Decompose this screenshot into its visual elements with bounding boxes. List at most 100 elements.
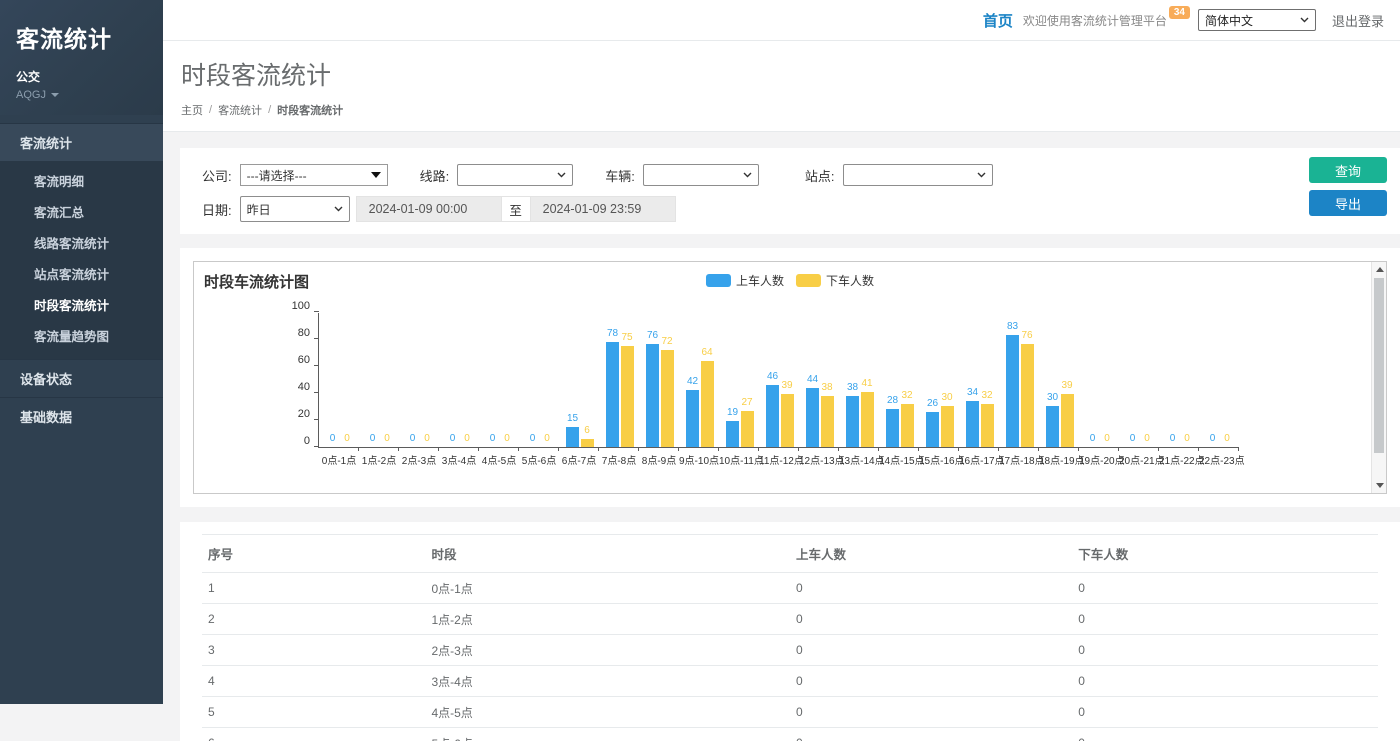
- vehicle-select[interactable]: [643, 164, 759, 186]
- x-axis-label: 13点-14点: [839, 452, 879, 467]
- cell-boarding: 0: [790, 604, 1072, 635]
- x-tick-mark: [998, 447, 999, 451]
- col-header-alighting: 下车人数: [1072, 535, 1378, 573]
- breadcrumb-home[interactable]: 主页: [181, 102, 203, 118]
- date-label: 日期:: [202, 200, 232, 219]
- bar-value-label: 44: [807, 374, 818, 385]
- x-axis-label: 19点-20点: [1079, 452, 1119, 467]
- breadcrumb-separator: /: [268, 104, 271, 116]
- legend-item[interactable]: 下车人数: [796, 272, 874, 289]
- bar-boarding: [926, 412, 939, 447]
- sidebar-item-line-stats[interactable]: 线路客流统计: [0, 227, 163, 258]
- bar-value-label: 76: [1021, 330, 1032, 341]
- bar-boarding: [766, 385, 779, 447]
- bar-value-label: 34: [967, 387, 978, 398]
- cell-alighting: 0: [1072, 728, 1378, 741]
- filter-panel: 公司: ---请选择--- 线路: 车辆:: [180, 148, 1400, 234]
- x-tick-mark: [638, 447, 639, 451]
- chevron-down-icon: [977, 172, 986, 178]
- cell-timeslot: 2点-3点: [425, 635, 790, 666]
- x-tick-mark: [398, 447, 399, 451]
- legend-swatch: [796, 274, 821, 287]
- bar-boarding: [566, 427, 579, 447]
- bar-value-label: 0: [544, 433, 550, 444]
- sidebar-item-passenger-detail[interactable]: 客流明细: [0, 165, 163, 196]
- home-link[interactable]: 首页: [983, 10, 1013, 31]
- x-tick-mark: [918, 447, 919, 451]
- table-row: 32点-3点00: [202, 635, 1378, 666]
- sidebar-group-device-status[interactable]: 设备状态: [0, 359, 163, 397]
- x-axis-label: 17点-18点: [999, 452, 1039, 467]
- bar-boarding: [886, 409, 899, 447]
- sidebar-item-trend-chart[interactable]: 客流量趋势图: [0, 320, 163, 351]
- x-axis-label: 2点-3点: [399, 452, 439, 467]
- page-title: 时段客流统计: [181, 56, 1400, 92]
- y-tick-label: 20: [298, 408, 310, 420]
- user-dropdown[interactable]: AQGJ: [16, 89, 147, 101]
- scrollbar-thumb[interactable]: [1374, 278, 1384, 453]
- topbar: 首页 欢迎使用客流统计管理平台 34 简体中文 退出登录: [163, 0, 1400, 41]
- scroll-down-icon[interactable]: [1372, 478, 1387, 493]
- legend-item[interactable]: 上车人数: [706, 272, 784, 289]
- cell-alighting: 0: [1072, 573, 1378, 604]
- main-area: 首页 欢迎使用客流统计管理平台 34 简体中文 退出登录 时段客流统计 主页 /…: [163, 0, 1400, 704]
- company-select[interactable]: ---请选择---: [240, 164, 388, 186]
- date-preset-select[interactable]: 昨日: [240, 196, 350, 222]
- scroll-up-icon[interactable]: [1372, 262, 1387, 277]
- sidebar-group-passenger-stats[interactable]: 客流统计: [0, 123, 163, 161]
- cell-timeslot: 3点-4点: [425, 666, 790, 697]
- bar-alighting: [941, 406, 954, 447]
- chevron-down-icon: [557, 172, 566, 178]
- user-name: AQGJ: [16, 89, 46, 101]
- line-select[interactable]: [457, 164, 573, 186]
- bar-boarding: [1006, 335, 1019, 447]
- logout-link[interactable]: 退出登录: [1332, 11, 1384, 30]
- bar-alighting: [661, 350, 674, 447]
- y-tick-label: 0: [304, 435, 310, 447]
- cell-boarding: 0: [790, 697, 1072, 728]
- date-from-input[interactable]: [356, 196, 502, 222]
- bar-value-label: 6: [584, 425, 590, 436]
- station-select[interactable]: [843, 164, 993, 186]
- y-tick-label: 60: [298, 354, 310, 366]
- chevron-down-icon: [743, 172, 752, 178]
- cell-index: 2: [202, 604, 425, 635]
- bar-value-label: 38: [821, 382, 832, 393]
- bar-alighting: [781, 394, 794, 447]
- chart-scrollbar[interactable]: [1371, 262, 1386, 493]
- chevron-down-icon: [334, 206, 343, 212]
- chart-panel: 时段车流统计图 上车人数下车人数 0204060801000点-1点001点-2…: [180, 248, 1400, 507]
- bar-value-label: 83: [1007, 321, 1018, 332]
- bar-value-label: 39: [781, 380, 792, 391]
- bar-value-label: 0: [490, 433, 496, 444]
- cell-alighting: 0: [1072, 666, 1378, 697]
- x-tick-mark: [1238, 447, 1239, 451]
- date-to-input[interactable]: [530, 196, 676, 222]
- legend-label: 上车人数: [736, 272, 784, 289]
- bar-boarding: [846, 396, 859, 447]
- sidebar-item-passenger-summary[interactable]: 客流汇总: [0, 196, 163, 227]
- export-button[interactable]: 导出: [1309, 190, 1387, 216]
- x-tick-mark: [558, 447, 559, 451]
- x-axis-label: 12点-13点: [799, 452, 839, 467]
- bar-value-label: 39: [1061, 380, 1072, 391]
- x-tick-mark: [718, 447, 719, 451]
- language-select[interactable]: 简体中文: [1198, 9, 1316, 31]
- x-axis-label: 5点-6点: [519, 452, 559, 467]
- bar-value-label: 0: [1170, 433, 1176, 444]
- sidebar-item-station-stats[interactable]: 站点客流统计: [0, 258, 163, 289]
- cell-boarding: 0: [790, 666, 1072, 697]
- bar-boarding: [726, 421, 739, 447]
- y-tick-label: 80: [298, 327, 310, 339]
- x-axis-label: 3点-4点: [439, 452, 479, 467]
- sidebar-item-timeslot-stats[interactable]: 时段客流统计: [0, 289, 163, 320]
- breadcrumb-section[interactable]: 客流统计: [218, 102, 262, 118]
- x-axis-label: 18点-19点: [1039, 452, 1079, 467]
- sidebar-group-base-data[interactable]: 基础数据: [0, 397, 163, 435]
- y-tick-mark: [314, 419, 319, 420]
- bar-alighting: [581, 439, 594, 447]
- x-tick-mark: [678, 447, 679, 451]
- cell-timeslot: 0点-1点: [425, 573, 790, 604]
- query-button[interactable]: 查询: [1309, 157, 1387, 183]
- triangle-down-icon: [371, 172, 381, 178]
